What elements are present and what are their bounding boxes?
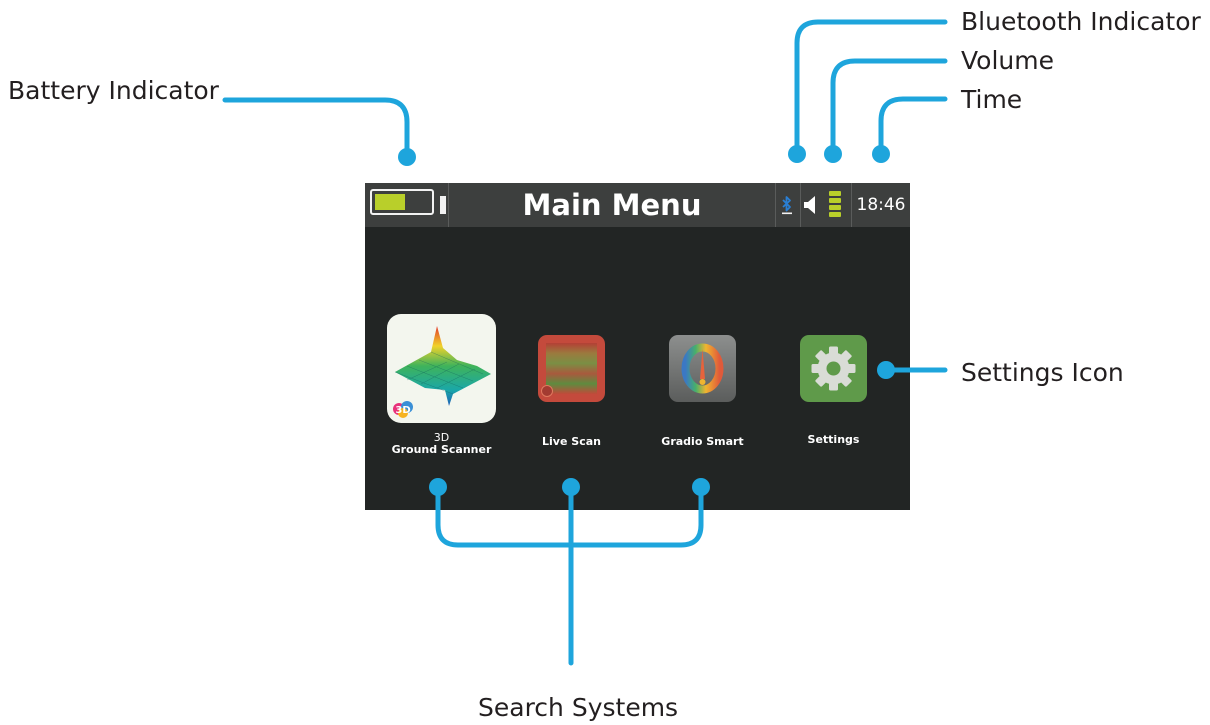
battery-tip [440,196,446,214]
search-systems-connector [435,484,704,666]
bluetooth-dot [788,145,806,163]
volume-dot [824,145,842,163]
app-label: Settings [807,433,860,446]
page-title: Main Menu [522,188,702,222]
live-scan-icon[interactable] [538,335,605,402]
device-screen: Main Menu 18:46 3D 3D Ground Scanner Liv… [365,183,910,510]
app-gradio-smart[interactable]: Gradio Smart [661,335,744,450]
volume-icon [804,196,815,214]
app-label: Gradio Smart [661,435,744,448]
bluetooth-icon [782,196,792,215]
time-callout: Time [961,85,1023,114]
status-divider [800,183,801,227]
time-connector [878,96,948,155]
time-dot [872,145,890,163]
volume-callout: Volume [961,46,1054,75]
app-label: 3D Ground Scanner [391,431,492,456]
battery-indicator-callout: Battery Indicator [8,76,219,105]
volume-level-icon [829,191,841,217]
bluetooth-indicator-callout: Bluetooth Indicator [961,7,1201,36]
app-3d-ground-scanner[interactable]: 3D 3D Ground Scanner [387,314,498,464]
3d-badge: 3D [393,401,413,418]
volume-connector [830,58,948,155]
app-settings[interactable]: Settings [800,335,870,450]
3d-ground-scanner-icon[interactable]: 3D [387,314,496,423]
status-bar: Main Menu 18:46 [365,183,910,227]
battery-fill [375,194,405,210]
clock: 18:46 [856,195,906,215]
bluetooth-connector [794,19,948,155]
svg-text:3D: 3D [395,405,410,416]
app-label: Live Scan [542,435,601,448]
battery-indicator [370,189,446,219]
battery-dot [398,148,416,166]
gradio-smart-icon[interactable] [669,335,736,402]
search-systems-callout: Search Systems [478,693,679,722]
gear-icon[interactable] [800,335,867,402]
settings-icon-callout: Settings Icon [961,358,1124,387]
battery-connector [222,97,410,158]
status-divider [775,183,776,227]
app-live-scan[interactable]: Live Scan [538,335,608,450]
